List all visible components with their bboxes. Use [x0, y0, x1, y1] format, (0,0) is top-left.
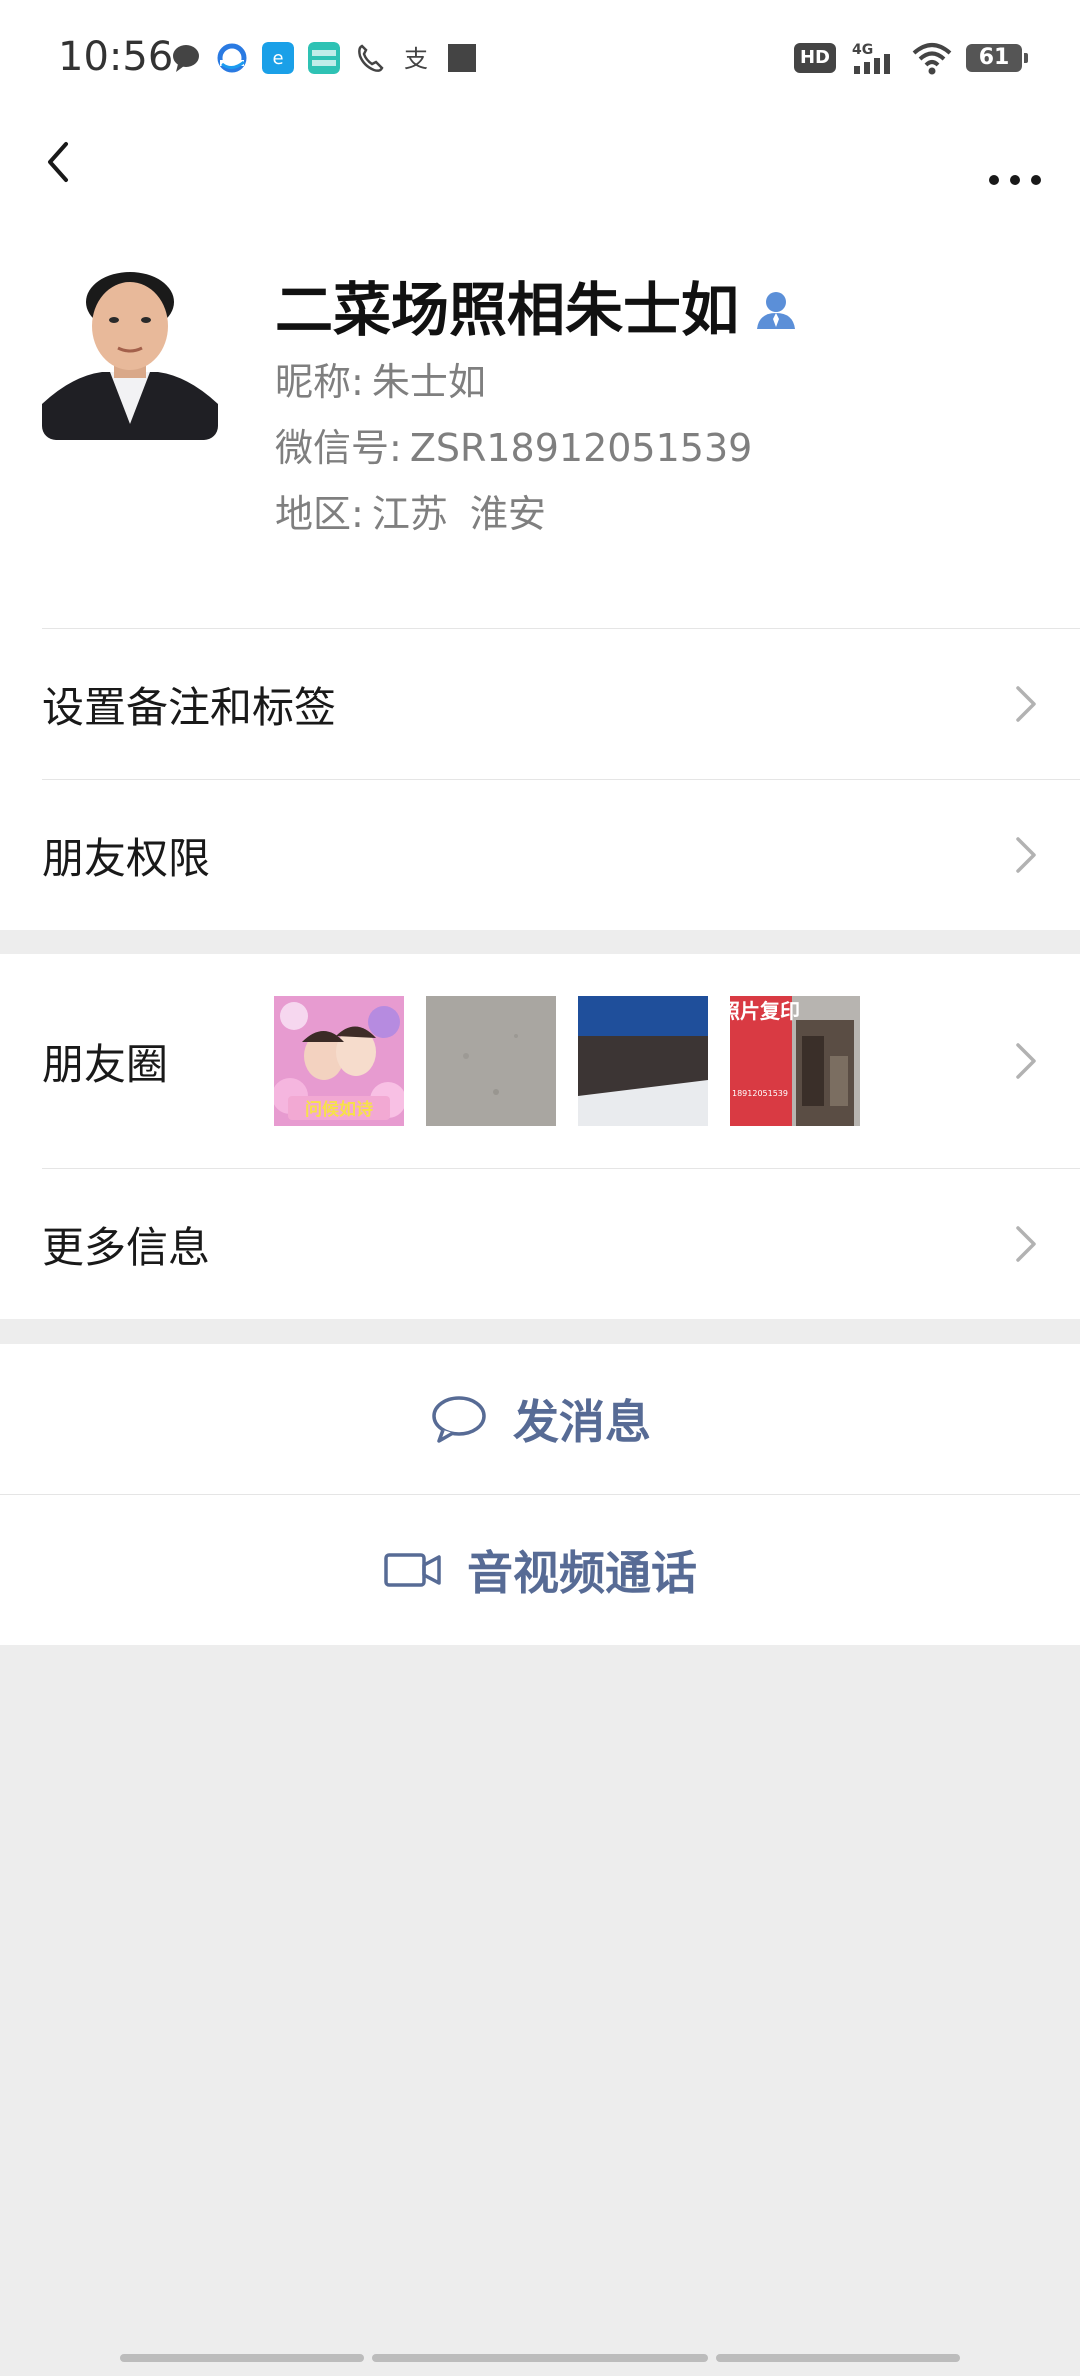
moment-thumb: [578, 996, 708, 1126]
chevron-left-icon: [48, 142, 68, 182]
message-bubble-icon: [173, 45, 199, 72]
back-button[interactable]: [30, 132, 90, 192]
moment-thumb: 照片复印 18912051539: [730, 996, 860, 1126]
chevron-right-icon: [1016, 1043, 1036, 1079]
notification-icons: e 支: [170, 38, 478, 78]
send-message-button[interactable]: 发消息: [0, 1344, 1080, 1494]
wechat-id-label: 微信号:: [275, 426, 402, 470]
profile-header: 二菜场照相朱士如 昵称: 朱士如 微信号: ZSR18912051539 地区: 江苏…: [0, 212, 1080, 628]
avatar-photo: [42, 264, 218, 440]
moments-thumbnails: 问候如诗 片复印 18912051539: [274, 996, 860, 1126]
gesture-bar[interactable]: [716, 2354, 960, 2362]
wechat-id-value[interactable]: ZSR18912051539: [410, 426, 753, 470]
more-dots-icon: [989, 175, 1041, 185]
nickname-line: 昵称: 朱士如: [275, 357, 486, 407]
video-camera-icon: [384, 1553, 441, 1587]
network-type: 4G: [852, 42, 873, 58]
square-icon: [448, 44, 476, 72]
moment-thumb-caption: 问候如诗: [305, 1099, 373, 1120]
moment-thumb: 问候如诗: [274, 996, 404, 1126]
friend-permissions-label: 朋友权限: [42, 833, 211, 883]
friend-permissions-row[interactable]: 朋友权限: [42, 779, 1080, 930]
nav-bar: [0, 112, 1080, 212]
nickname-label: 昵称:: [275, 360, 364, 404]
region-province: 江苏: [371, 492, 448, 536]
alipay-icon: 支: [404, 45, 428, 73]
chevron-right-icon: [1016, 1226, 1036, 1262]
more-info-label: 更多信息: [42, 1222, 211, 1272]
moment-thumb: [426, 996, 556, 1126]
region-line: 地区: 江苏 淮安: [275, 489, 546, 539]
settings-group: 设置备注和标签 朋友权限: [0, 628, 1080, 930]
moment-thumb-sign: 照片复印: [730, 999, 800, 1023]
wifi-icon: [912, 43, 952, 75]
video-call-button[interactable]: 音视频通话: [0, 1494, 1080, 1645]
chat-bubble-icon: [432, 1396, 486, 1443]
phone-call-icon: [358, 44, 384, 72]
send-message-label: 发消息: [513, 1395, 651, 1449]
nickname-value: 朱士如: [371, 360, 486, 404]
more-button[interactable]: [980, 132, 1050, 192]
wechat-id-line: 微信号: ZSR18912051539: [275, 423, 752, 473]
e-app-icon: e: [262, 42, 294, 74]
remark-tags-row[interactable]: 设置备注和标签: [42, 628, 1080, 779]
status-bar: 10:56 e 支 HD 4G 61: [0, 0, 1080, 112]
more-info-row[interactable]: 更多信息: [42, 1168, 1080, 1319]
svg-text:e: e: [272, 48, 283, 69]
chevron-right-icon: [1016, 837, 1036, 873]
remark-tags-label: 设置备注和标签: [42, 682, 337, 732]
svg-text:支: 支: [404, 45, 428, 73]
gesture-bar[interactable]: [372, 2354, 708, 2362]
moment-thumb-phone: 18912051539: [732, 1089, 788, 1098]
hd-badge: HD: [793, 43, 836, 73]
boss-zhipin-icon: [308, 42, 340, 74]
qq-browser-icon: [217, 43, 247, 73]
chevron-right-icon: [1016, 686, 1036, 722]
contact-person-icon: [757, 292, 796, 329]
status-right-icons: HD 4G 61: [793, 36, 1028, 80]
gesture-bar[interactable]: [120, 2354, 364, 2362]
region-label: 地区:: [275, 492, 364, 536]
signal-4g-icon: 4G: [852, 42, 890, 74]
profile-name-row: 二菜场照相朱士如: [275, 272, 799, 348]
profile-name: 二菜场照相朱士如: [275, 276, 740, 344]
moments-label: 朋友圈: [42, 1039, 169, 1089]
battery-indicator: 61: [966, 44, 1028, 72]
status-time: 10:56: [58, 34, 174, 80]
action-group: 发消息 音视频通话: [0, 1344, 1080, 1645]
region-city: 淮安: [469, 492, 546, 536]
avatar[interactable]: [42, 264, 218, 440]
moments-group: 朋友圈 问候如诗 片复印 18912051539 更多信息: [0, 954, 1080, 1319]
moments-row[interactable]: 朋友圈 问候如诗 片复印 18912051539: [42, 954, 1080, 1168]
video-call-label: 音视频通话: [467, 1546, 697, 1600]
